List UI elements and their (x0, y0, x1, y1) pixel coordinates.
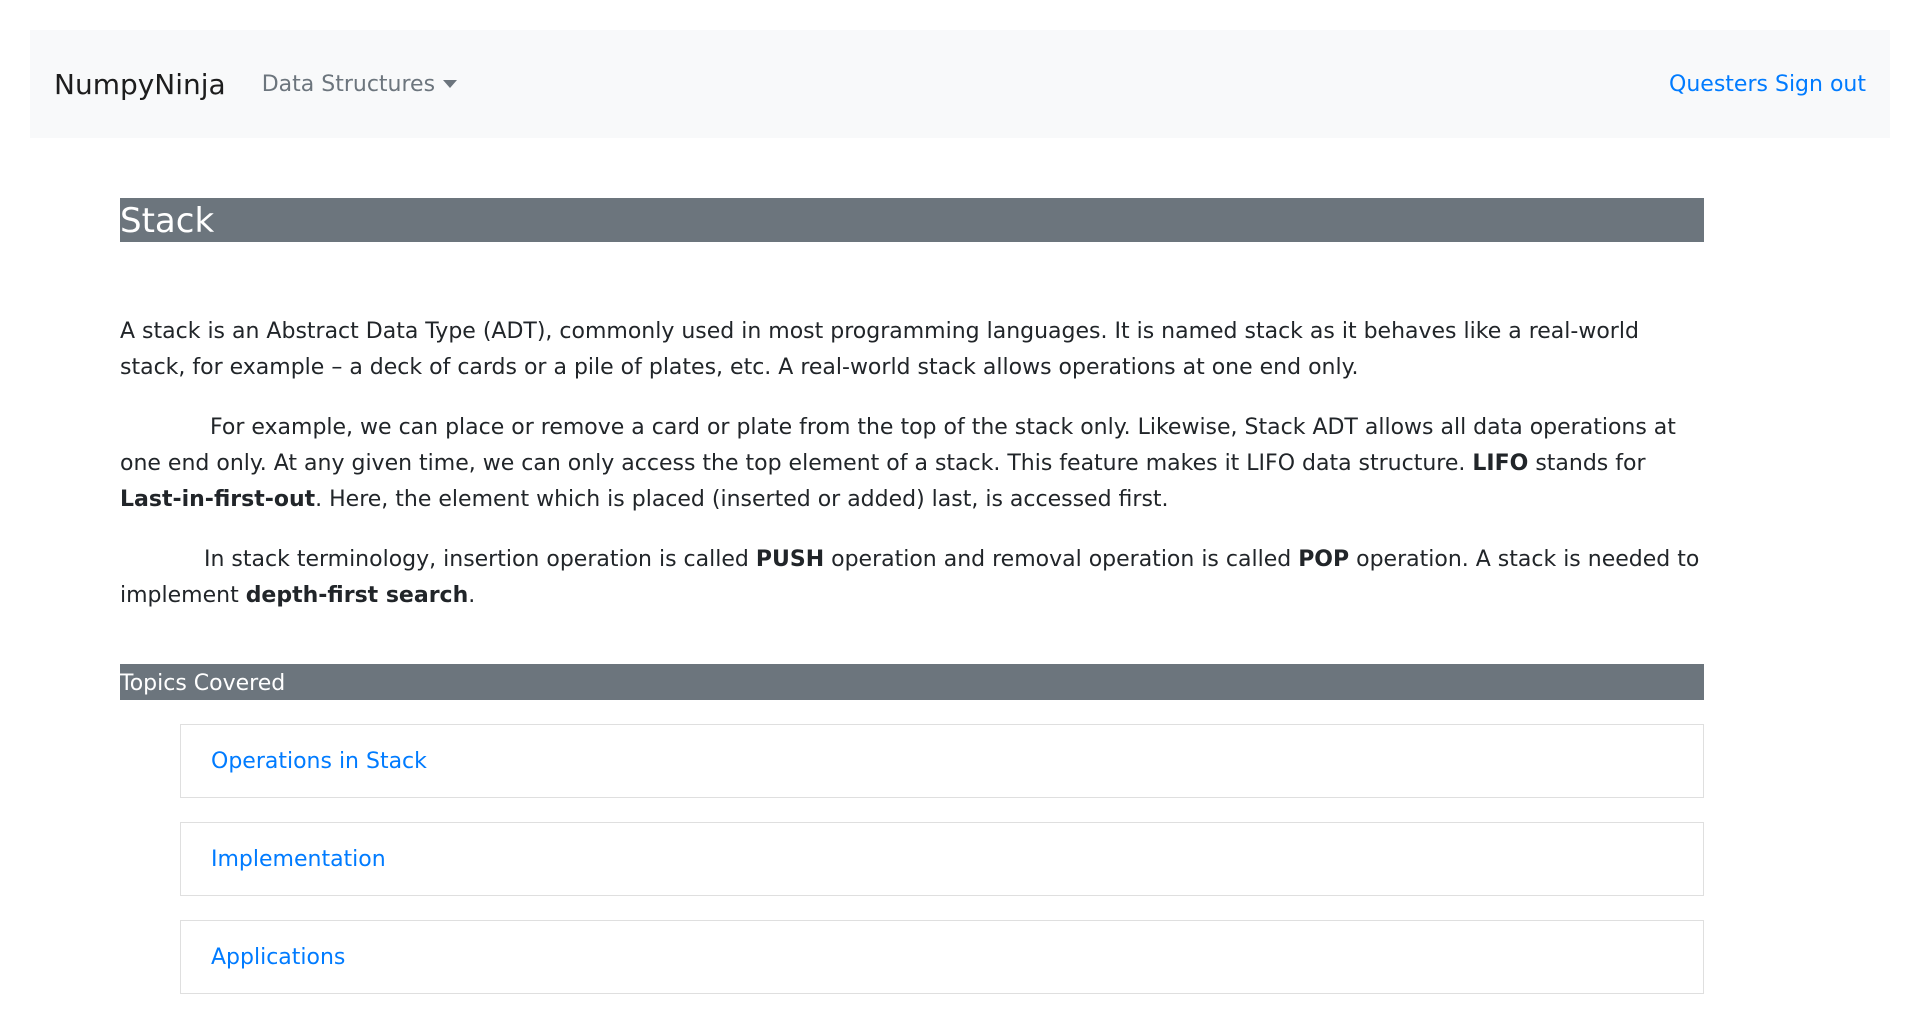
topic-link-implementation[interactable]: Implementation (211, 847, 386, 872)
paragraph-text: A stack is an Abstract Data Type (ADT), … (120, 319, 1639, 380)
intro-paragraph: A stack is an Abstract Data Type (ADT), … (120, 314, 1704, 386)
bold-term: PUSH (755, 547, 825, 572)
paragraph-text: In stack terminology, insertion operatio… (204, 547, 756, 572)
topic-card: Operations in Stack (180, 724, 1704, 798)
data-structures-dropdown[interactable]: Data Structures (261, 71, 458, 97)
nav-user-links: Questers Sign out (1669, 72, 1866, 97)
topic-link-applications[interactable]: Applications (211, 945, 345, 970)
user-link[interactable]: Questers (1669, 72, 1768, 97)
topic-link-operations-in-stack[interactable]: Operations in Stack (211, 749, 427, 774)
paragraph-text: For example, we can place or remove a ca… (120, 415, 1676, 476)
push-pop-paragraph: In stack terminology, insertion operatio… (120, 542, 1704, 614)
topic-card: Applications (180, 920, 1704, 994)
topic-card: Implementation (180, 822, 1704, 896)
dropdown-label: Data Structures (261, 71, 436, 97)
bold-term: depth-first search (245, 583, 469, 608)
bold-term: Last-in-first-out (120, 487, 316, 512)
bold-term: LIFO (1472, 451, 1529, 476)
main-content: Stack A stack is an Abstract Data Type (… (120, 198, 1704, 1018)
signout-link[interactable]: Sign out (1775, 72, 1866, 97)
brand-link[interactable]: NumpyNinja (54, 68, 226, 101)
paragraph-text: . Here, the element which is placed (ins… (315, 487, 1169, 512)
bold-term: POP (1298, 547, 1350, 572)
topic-list: Operations in Stack Implementation Appli… (180, 724, 1704, 994)
paragraph-text: operation and removal operation is calle… (824, 547, 1299, 572)
page-title: Stack (120, 198, 1704, 242)
topics-heading: Topics Covered (120, 664, 1704, 700)
paragraph-text: . (468, 583, 476, 608)
paragraph-text: stands for (1528, 451, 1646, 476)
caret-down-icon (443, 80, 458, 88)
lifo-paragraph: For example, we can place or remove a ca… (120, 410, 1704, 518)
navbar: NumpyNinja Data Structures Questers Sign… (30, 30, 1890, 138)
content-body: A stack is an Abstract Data Type (ADT), … (120, 314, 1704, 614)
